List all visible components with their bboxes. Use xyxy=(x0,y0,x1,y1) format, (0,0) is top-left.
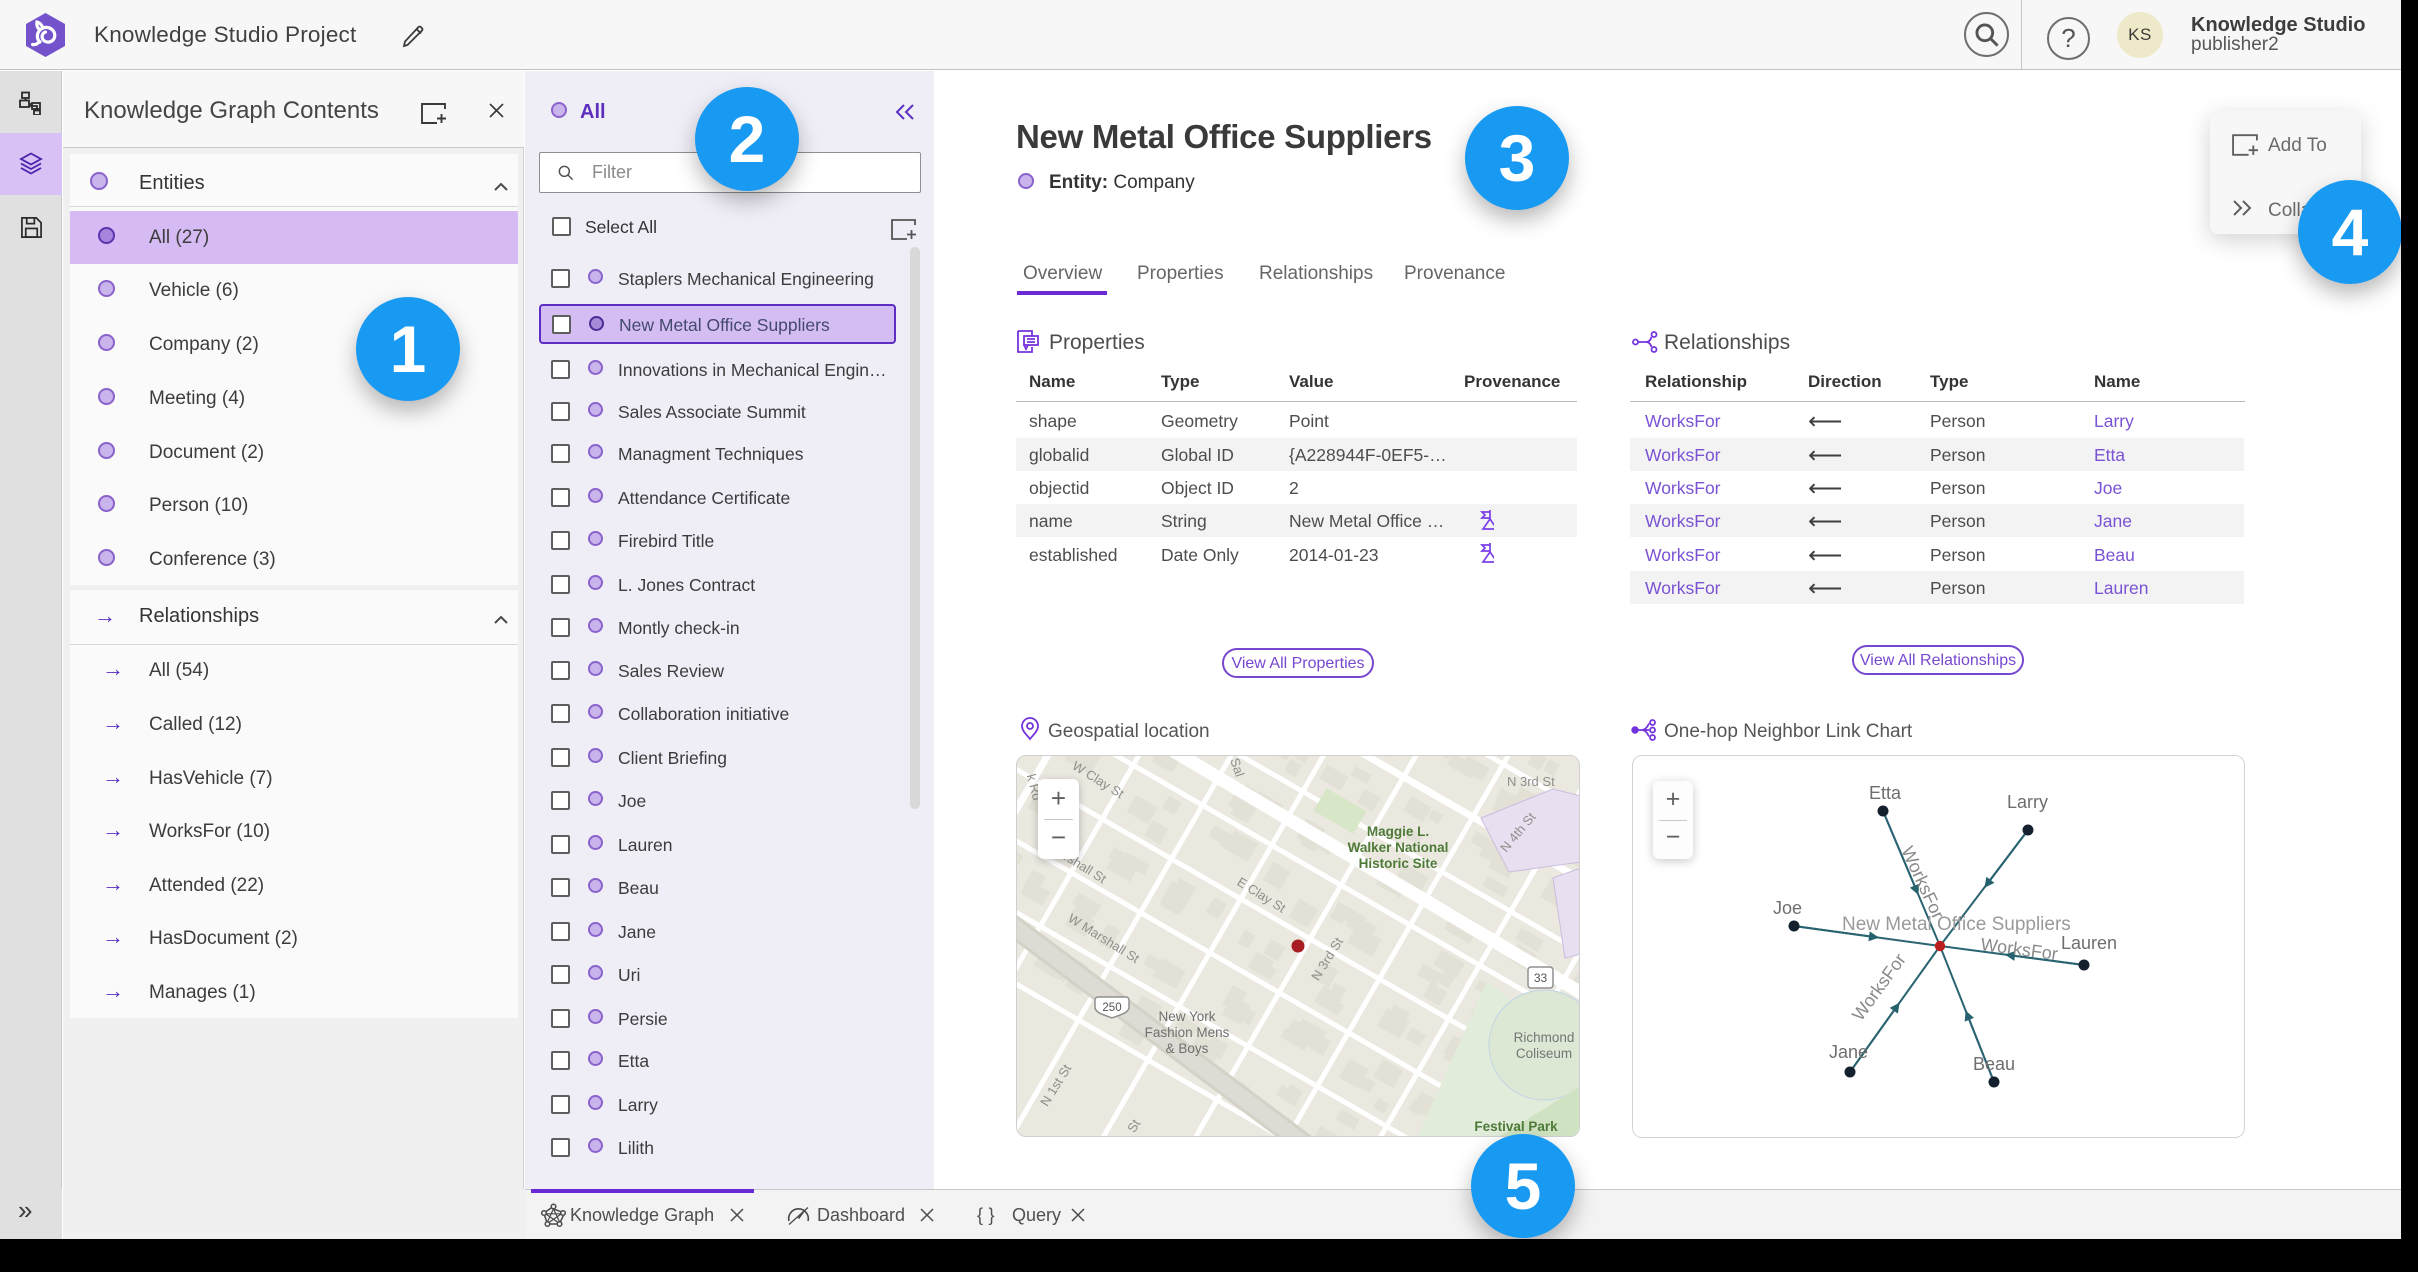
svg-text:Festival Park: Festival Park xyxy=(1474,1119,1558,1134)
svg-text:Lauren: Lauren xyxy=(2061,933,2117,953)
svg-text:WorksFor: WorksFor xyxy=(1897,843,1948,922)
svg-text:Jane: Jane xyxy=(1829,1042,1868,1062)
svg-text:250: 250 xyxy=(1102,1002,1121,1014)
svg-text:33: 33 xyxy=(1534,971,1548,985)
svg-text:WorksFor: WorksFor xyxy=(1848,950,1910,1025)
svg-text:& Boys: & Boys xyxy=(1166,1041,1209,1056)
svg-text:WorksFor: WorksFor xyxy=(1979,934,2059,964)
svg-text:Etta: Etta xyxy=(1869,783,1902,803)
svg-text:Historic Site: Historic Site xyxy=(1359,856,1438,871)
svg-text:Fashion Mens: Fashion Mens xyxy=(1145,1025,1230,1040)
svg-text:Walker National: Walker National xyxy=(1348,840,1449,855)
svg-text:Beau: Beau xyxy=(1973,1054,2015,1074)
svg-text:Maggie L.: Maggie L. xyxy=(1367,824,1429,839)
svg-text:Richmond: Richmond xyxy=(1514,1030,1575,1045)
svg-text:N 3rd St: N 3rd St xyxy=(1507,774,1555,789)
svg-text:New Metal Office Suppliers: New Metal Office Suppliers xyxy=(1842,914,2071,935)
svg-text:Larry: Larry xyxy=(2007,792,2048,812)
svg-text:New York: New York xyxy=(1158,1009,1215,1024)
svg-text:Coliseum: Coliseum xyxy=(1516,1046,1572,1061)
svg-text:Joe: Joe xyxy=(1773,898,1802,918)
